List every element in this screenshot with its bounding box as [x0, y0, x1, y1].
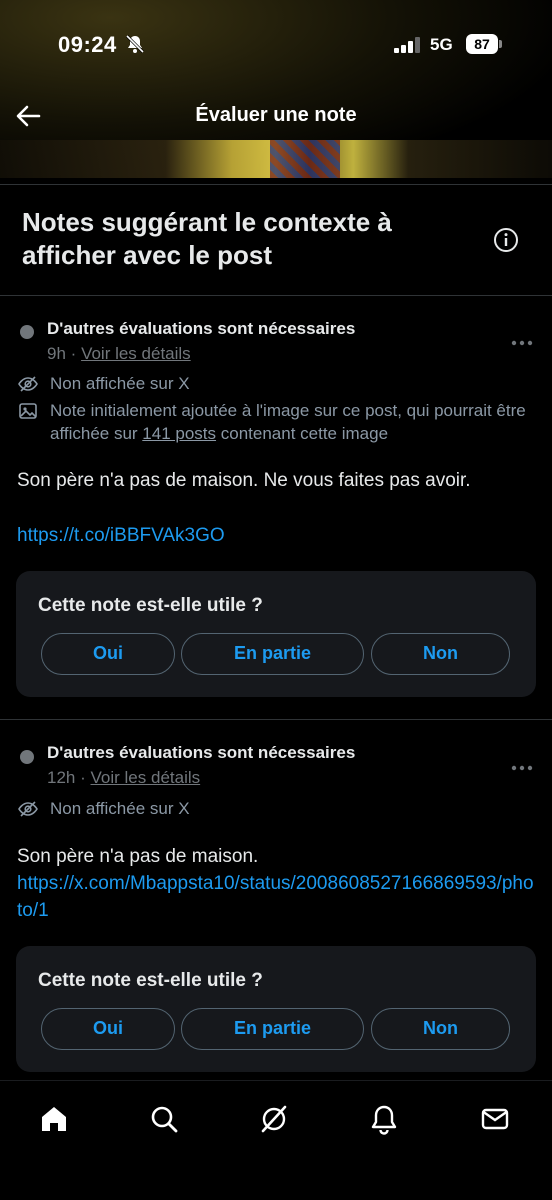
signal-strength-icon — [394, 37, 420, 53]
see-details-link[interactable]: Voir les détails — [91, 768, 201, 787]
see-details-link[interactable]: Voir les détails — [81, 344, 191, 363]
note-text: Son père n'a pas de maison. Ne vous fait… — [17, 470, 471, 491]
eye-off-icon — [18, 801, 38, 817]
note-card: D'autres évaluations sont nécessaires 9h… — [0, 295, 552, 719]
eye-off-icon — [18, 376, 38, 392]
messages-icon[interactable] — [479, 1103, 511, 1135]
rate-no-button[interactable]: Non — [371, 633, 510, 675]
battery-level: 87 — [466, 34, 498, 54]
battery-icon: 87 — [466, 34, 502, 54]
rate-yes-button[interactable]: Oui — [41, 1008, 175, 1050]
status-indicator — [20, 750, 34, 764]
bottom-tab-bar — [0, 1080, 552, 1200]
page-title: Évaluer une note — [195, 104, 357, 126]
image-icon — [19, 403, 37, 419]
note-age: 12h — [47, 768, 76, 787]
post-image-strip — [0, 140, 552, 178]
note-meta: 12h · Voir les détails — [47, 768, 200, 788]
note-status: D'autres évaluations sont nécessaires — [47, 743, 356, 762]
top-nav: Évaluer une note — [0, 92, 552, 142]
note-source-link[interactable]: https://x.com/Mbappsta10/status/20086085… — [17, 870, 535, 924]
note-card: D'autres évaluations sont nécessaires 12… — [0, 719, 552, 1079]
network-type: 5G — [430, 35, 453, 54]
more-options-icon[interactable] — [510, 764, 534, 772]
rate-yes-button[interactable]: Oui — [41, 633, 175, 675]
header-divider — [0, 178, 552, 179]
meta-separator: · — [70, 344, 77, 363]
meta-separator: · — [80, 768, 86, 787]
posts-count-link[interactable]: 141 posts — [142, 424, 216, 443]
rating-question: Cette note est-elle utile ? — [38, 595, 263, 616]
image-note-text-end: contenant cette image — [216, 424, 389, 443]
section-title: Notes suggérant le contexte à afficher a… — [22, 207, 392, 270]
rate-partially-button[interactable]: En partie — [181, 1008, 364, 1050]
visibility-status: Non affichée sur X — [50, 799, 190, 818]
image-note-info: Note initialement ajoutée à l'image sur … — [50, 399, 540, 445]
status-indicator — [20, 325, 34, 339]
status-bar: 09:24 5G 87 — [0, 0, 552, 92]
home-icon[interactable] — [38, 1103, 70, 1135]
note-text: Son père n'a pas de maison. — [17, 846, 259, 867]
note-age: 9h — [47, 344, 66, 363]
visibility-status: Non affichée sur X — [50, 374, 190, 393]
note-source-link[interactable]: https://t.co/iBBFVAk3GO — [17, 522, 537, 549]
notifications-icon[interactable] — [368, 1103, 400, 1135]
grok-icon[interactable] — [258, 1103, 290, 1135]
note-meta: 9h · Voir les détails — [47, 344, 191, 364]
helpfulness-rating-card: Cette note est-elle utile ? Oui En parti… — [16, 571, 536, 697]
more-options-icon[interactable] — [510, 339, 534, 347]
rate-no-button[interactable]: Non — [371, 1008, 510, 1050]
silent-mode-icon — [125, 34, 145, 54]
header-divider-line — [0, 184, 552, 185]
status-time: 09:24 — [58, 32, 117, 57]
info-icon[interactable] — [493, 227, 519, 253]
rating-question: Cette note est-elle utile ? — [38, 970, 263, 991]
note-status: D'autres évaluations sont nécessaires — [47, 319, 356, 338]
helpfulness-rating-card: Cette note est-elle utile ? Oui En parti… — [16, 946, 536, 1072]
search-icon[interactable] — [148, 1103, 180, 1135]
rate-partially-button[interactable]: En partie — [181, 633, 364, 675]
